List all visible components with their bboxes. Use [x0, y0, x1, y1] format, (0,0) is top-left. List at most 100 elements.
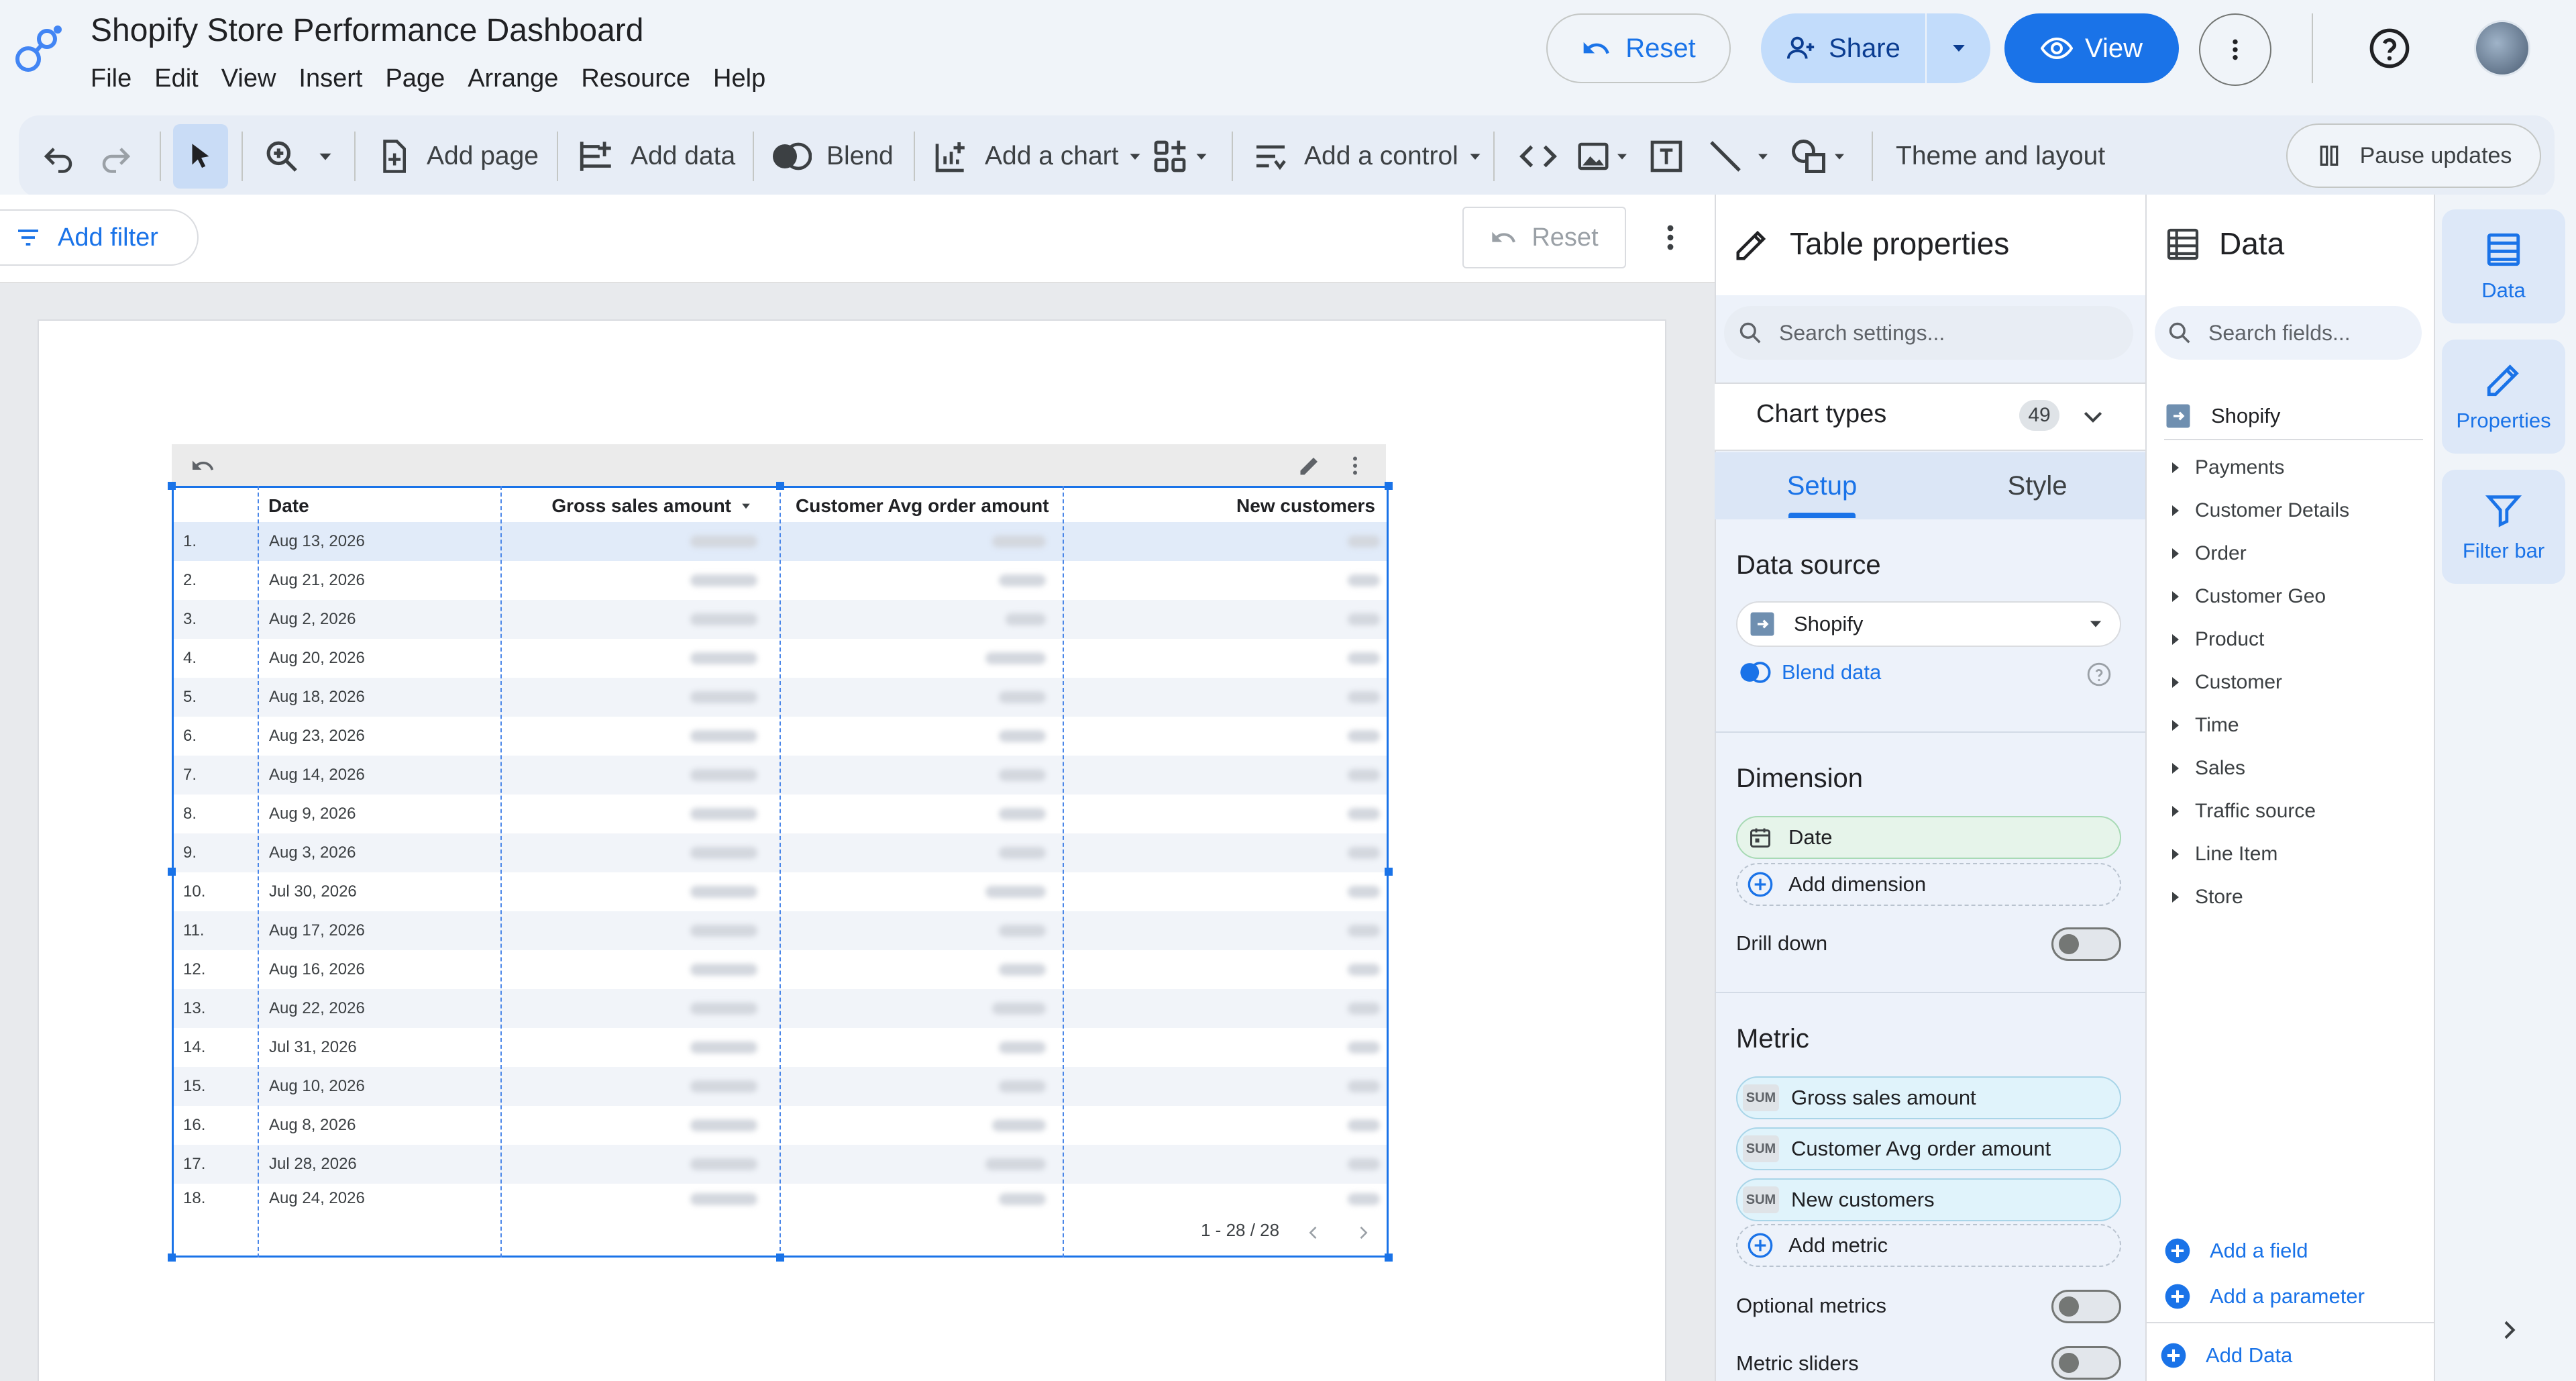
community-visualizations-button[interactable] — [1151, 115, 1212, 197]
report-title[interactable]: Shopify Store Performance Dashboard — [91, 12, 643, 49]
optional-metrics-toggle[interactable] — [2051, 1290, 2121, 1323]
tab-style[interactable]: Style — [1929, 452, 2145, 519]
embed-url-button[interactable] — [1519, 115, 1558, 197]
redo-button[interactable] — [98, 115, 134, 197]
menu-resource[interactable]: Resource — [581, 64, 690, 93]
field-group-traffic-source[interactable]: Traffic source — [2172, 800, 2316, 823]
help-icon[interactable] — [2368, 27, 2411, 70]
add-filter-button[interactable]: Add filter — [0, 209, 199, 266]
field-group-store[interactable]: Store — [2172, 886, 2243, 909]
more-options-button[interactable] — [2199, 13, 2271, 86]
column-header-date[interactable]: Date — [268, 486, 309, 526]
expand-arrow-icon — [2172, 548, 2179, 559]
field-group-customer-details[interactable]: Customer Details — [2172, 499, 2349, 522]
field-group-line-item[interactable]: Line Item — [2172, 843, 2277, 866]
chart-more-icon[interactable] — [1343, 454, 1367, 478]
redacted-value — [1348, 613, 1380, 625]
line-button[interactable] — [1707, 115, 1772, 197]
resize-handle[interactable] — [776, 482, 784, 490]
add-data-link[interactable]: Add Data — [2159, 1341, 2292, 1370]
menu-view[interactable]: View — [221, 64, 276, 93]
theme-layout-label: Theme and layout — [1896, 142, 2106, 170]
prev-page-icon[interactable] — [1304, 1221, 1323, 1244]
view-button[interactable]: View — [2004, 13, 2179, 83]
looker-studio-logo-icon[interactable] — [13, 21, 67, 75]
image-button[interactable] — [1575, 115, 1631, 197]
add-data-button[interactable]: Add data — [577, 115, 735, 197]
add-parameter-button[interactable]: Add a parameter — [2163, 1282, 2365, 1311]
data-source-header[interactable]: Shopify — [2164, 393, 2423, 440]
zoom-button[interactable] — [263, 115, 337, 197]
column-header-avg-order[interactable]: Customer Avg order amount — [796, 486, 1049, 526]
add-field-button[interactable]: Add a field — [2163, 1236, 2308, 1266]
share-button[interactable]: Share — [1761, 13, 1925, 83]
menu-arrange[interactable]: Arrange — [468, 64, 558, 93]
field-group-customer[interactable]: Customer — [2172, 671, 2282, 694]
field-group-customer-geo[interactable]: Customer Geo — [2172, 585, 2326, 608]
next-page-icon[interactable] — [1354, 1221, 1373, 1244]
expand-arrow-icon — [2172, 591, 2179, 602]
blend-button[interactable]: Blend — [771, 115, 894, 197]
add-metric-button[interactable]: Add metric — [1736, 1224, 2121, 1267]
menu-edit[interactable]: Edit — [154, 64, 198, 93]
blend-data-link[interactable]: Blend data — [1739, 660, 1881, 684]
field-group-order[interactable]: Order — [2172, 542, 2247, 565]
undo-button[interactable] — [40, 115, 76, 197]
resize-handle[interactable] — [1385, 1254, 1393, 1262]
rail-data-button[interactable]: Data — [2442, 209, 2565, 323]
menu-help[interactable]: Help — [713, 64, 765, 93]
rail-filter-bar-button[interactable]: Filter bar — [2442, 470, 2565, 584]
chart-undo-icon[interactable] — [189, 454, 216, 478]
tab-setup[interactable]: Setup — [1715, 452, 1929, 519]
metric-chip-avg-order[interactable]: SUM Customer Avg order amount — [1736, 1127, 2121, 1170]
resize-handle[interactable] — [776, 1254, 784, 1262]
menu-page[interactable]: Page — [385, 64, 445, 93]
help-outline-icon[interactable] — [2086, 662, 2112, 687]
column-divider[interactable] — [258, 486, 259, 1258]
user-avatar[interactable] — [2474, 20, 2530, 76]
menu-insert[interactable]: Insert — [299, 64, 362, 93]
text-box-button[interactable] — [1648, 115, 1685, 197]
resize-handle[interactable] — [168, 482, 176, 490]
filter-reset-button[interactable]: Reset — [1462, 207, 1626, 268]
chart-types-count-badge: 49 — [2019, 400, 2059, 431]
rail-properties-button[interactable]: Properties — [2442, 340, 2565, 454]
data-source-dropdown[interactable]: Shopify — [1736, 601, 2121, 647]
metric-chip-label: Gross sales amount — [1791, 1086, 1976, 1109]
resize-handle[interactable] — [1385, 482, 1393, 490]
add-control-button[interactable]: Add a control — [1252, 115, 1485, 197]
dimension-chip-date[interactable]: Date — [1736, 816, 2121, 859]
theme-layout-button[interactable]: Theme and layout — [1896, 115, 2105, 197]
data-panel-title: Data — [2219, 226, 2285, 261]
column-divider[interactable] — [780, 486, 781, 1258]
chart-edit-icon[interactable] — [1297, 454, 1322, 478]
resize-handle[interactable] — [1385, 868, 1393, 876]
search-icon — [1739, 322, 1761, 344]
add-page-button[interactable]: Add page — [376, 115, 539, 197]
search-fields-input[interactable]: Search fields... — [2155, 306, 2422, 360]
filter-more-icon[interactable] — [1654, 221, 1686, 254]
reset-button[interactable]: Reset — [1546, 13, 1731, 83]
collapse-panel-icon[interactable] — [2496, 1315, 2522, 1345]
metric-chip-new-customers[interactable]: SUM New customers — [1736, 1178, 2121, 1221]
add-dimension-button[interactable]: Add dimension — [1736, 863, 2121, 906]
column-divider[interactable] — [1063, 486, 1064, 1258]
column-header-new-customers[interactable]: New customers — [1073, 486, 1375, 526]
add-chart-button[interactable]: Add a chart — [932, 115, 1145, 197]
resize-handle[interactable] — [168, 868, 176, 876]
field-group-product[interactable]: Product — [2172, 628, 2264, 651]
field-group-time[interactable]: Time — [2172, 714, 2239, 737]
search-settings-input[interactable]: Search settings... — [1724, 306, 2133, 360]
resize-handle[interactable] — [168, 1254, 176, 1262]
field-group-sales[interactable]: Sales — [2172, 757, 2245, 780]
column-header-gross-sales[interactable]: Gross sales amount — [510, 486, 753, 526]
drill-down-toggle[interactable] — [2051, 927, 2121, 961]
menu-file[interactable]: File — [91, 64, 131, 93]
metric-chip-gross-sales[interactable]: SUM Gross sales amount — [1736, 1076, 2121, 1119]
shape-button[interactable] — [1788, 115, 1849, 197]
metric-sliders-toggle[interactable] — [2051, 1346, 2121, 1380]
field-group-payments[interactable]: Payments — [2172, 456, 2284, 479]
column-divider[interactable] — [500, 486, 502, 1258]
pause-updates-button[interactable]: Pause updates — [2286, 123, 2541, 188]
expand-more-icon[interactable] — [2078, 404, 2108, 431]
